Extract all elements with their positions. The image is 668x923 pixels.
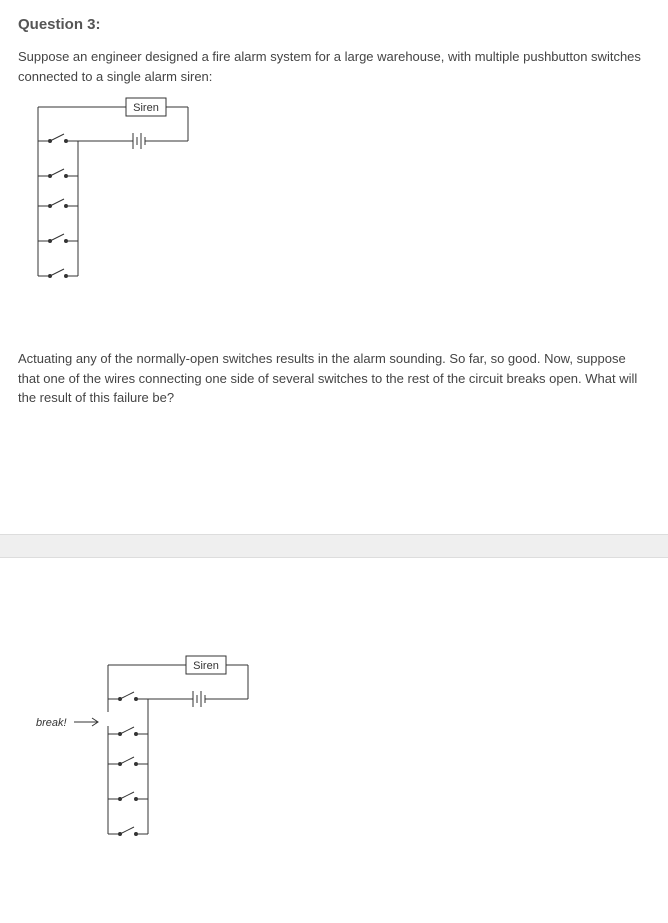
section-divider (0, 534, 668, 558)
intro-text: Suppose an engineer designed a fire alar… (18, 47, 650, 86)
break-label: break! (36, 717, 67, 729)
circuit-diagram-2: break! Siren (28, 654, 650, 857)
siren-label: Siren (133, 102, 159, 114)
siren-label-2: Siren (193, 660, 219, 672)
question-title: Question 3: (18, 16, 650, 33)
mid-text: Actuating any of the normally-open switc… (18, 349, 650, 408)
circuit-diagram-1: Siren (18, 96, 650, 299)
